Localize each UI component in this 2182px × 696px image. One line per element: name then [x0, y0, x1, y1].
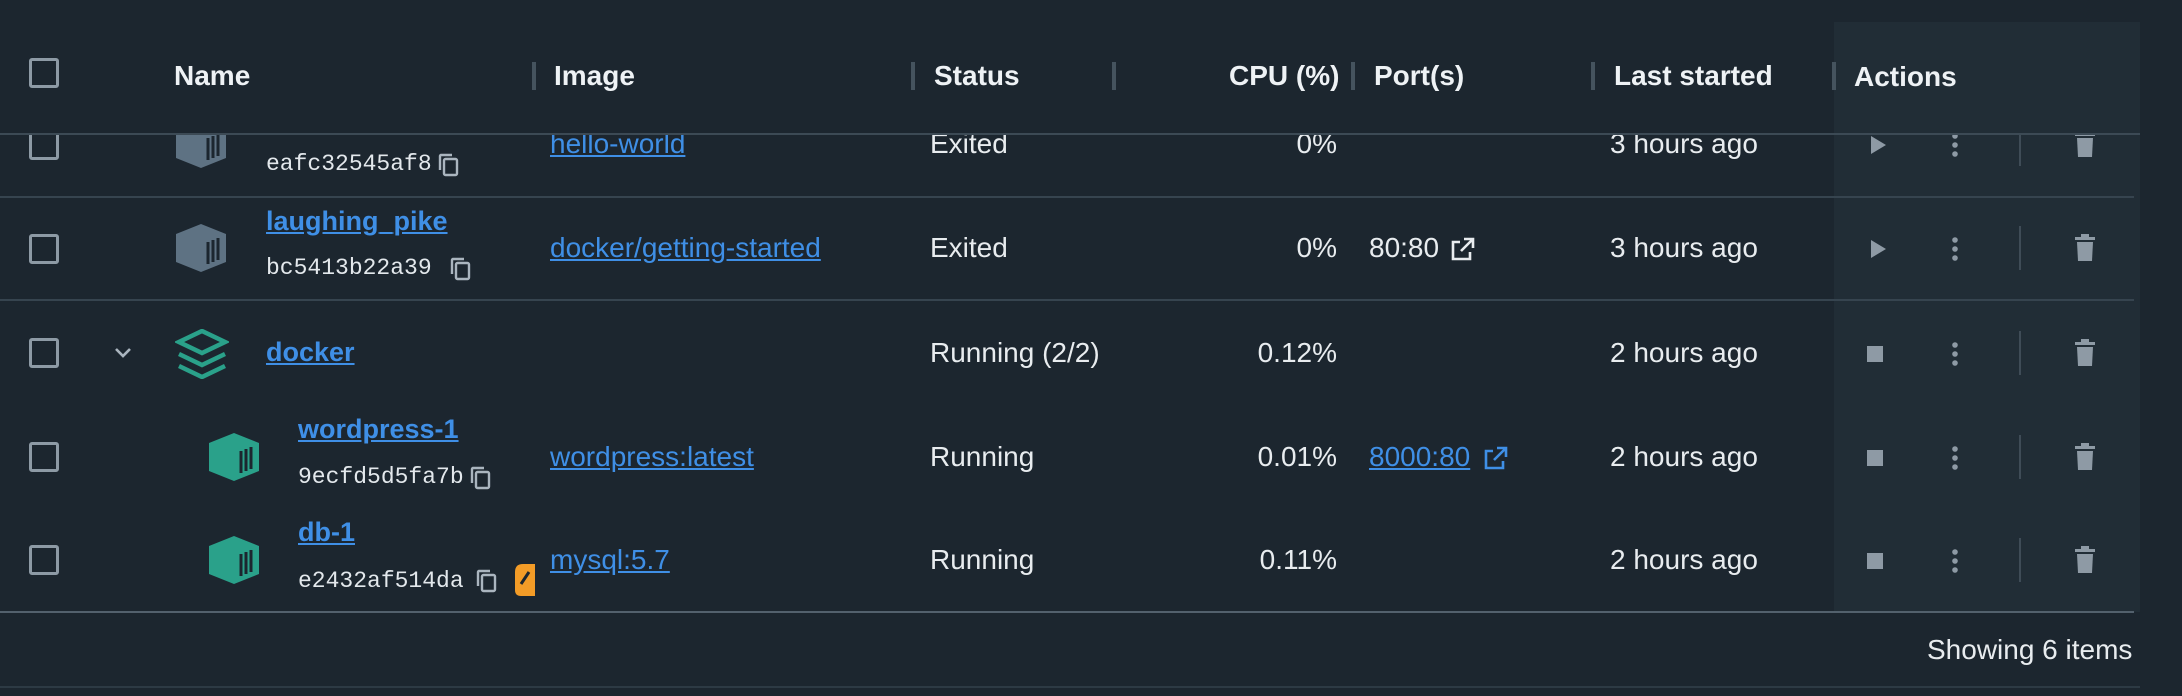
- delete-icon[interactable]: [2074, 546, 2096, 574]
- actions-divider: [2019, 331, 2021, 375]
- copy-icon[interactable]: [437, 152, 461, 178]
- start-icon[interactable]: [1868, 134, 1888, 156]
- container-icon: [174, 222, 228, 274]
- column-header-ports[interactable]: Port(s): [1374, 60, 1464, 92]
- status-text: Running: [930, 441, 1035, 472]
- delete-icon[interactable]: [2074, 443, 2096, 471]
- copy-icon[interactable]: [469, 465, 493, 491]
- column-resize-handle[interactable]: [911, 62, 915, 90]
- status-text: Running (2/2): [930, 337, 1100, 368]
- port-mapping[interactable]: 80:80: [1369, 232, 1439, 264]
- last-started: 3 hours ago: [1610, 232, 1758, 263]
- column-resize-handle[interactable]: [1351, 62, 1355, 90]
- container-icon: [207, 534, 261, 586]
- stop-icon[interactable]: [1866, 552, 1884, 570]
- column-resize-handle[interactable]: [532, 62, 536, 90]
- stop-icon[interactable]: [1866, 449, 1884, 467]
- more-options-icon[interactable]: [1949, 132, 1961, 158]
- external-link-icon[interactable]: [1450, 236, 1476, 262]
- column-header-last-started[interactable]: Last started: [1614, 60, 1773, 92]
- warning-badge-icon[interactable]: [515, 564, 535, 596]
- container-id: eafc32545af8: [266, 151, 432, 177]
- container-id: 9ecfd5d5fa7b: [298, 464, 464, 490]
- more-options-icon[interactable]: [1949, 548, 1961, 574]
- table-header: Name Image Status CPU (%) Port(s) Last s…: [0, 0, 2140, 135]
- row-divider: [0, 196, 2134, 198]
- copy-icon[interactable]: [475, 568, 499, 594]
- port-mapping-link[interactable]: 8000:80: [1369, 441, 1470, 473]
- chevron-down-icon[interactable]: [113, 346, 133, 360]
- container-id: bc5413b22a39: [266, 255, 432, 281]
- stop-icon[interactable]: [1866, 345, 1884, 363]
- row-checkbox-docker[interactable]: [29, 338, 59, 368]
- select-all-checkbox[interactable]: [29, 58, 59, 88]
- column-header-image[interactable]: Image: [554, 60, 635, 92]
- container-name-link[interactable]: wordpress-1: [298, 414, 459, 445]
- cpu-value: 0.12%: [1257, 337, 1337, 368]
- row-checkbox-wordpress-1[interactable]: [29, 442, 59, 472]
- actions-divider: [2019, 226, 2021, 270]
- status-text: Running: [930, 544, 1035, 575]
- container-id: e2432af514da: [298, 568, 464, 594]
- cpu-value: 0.01%: [1257, 441, 1337, 472]
- copy-icon[interactable]: [449, 256, 473, 282]
- actions-divider: [2019, 538, 2021, 582]
- image-link[interactable]: wordpress:latest: [550, 441, 754, 473]
- column-resize-handle[interactable]: [1112, 62, 1116, 90]
- row-checkbox-db-1[interactable]: [29, 545, 59, 575]
- more-options-icon[interactable]: [1949, 445, 1961, 471]
- container-name-link[interactable]: db-1: [298, 517, 355, 548]
- column-resize-handle[interactable]: [1832, 62, 1836, 90]
- container-icon: [207, 431, 261, 483]
- status-text: Exited: [930, 232, 1008, 263]
- last-started: 2 hours ago: [1610, 544, 1758, 575]
- image-link[interactable]: docker/getting-started: [550, 232, 821, 264]
- row-divider: [0, 299, 2134, 301]
- column-header-name[interactable]: Name: [174, 60, 250, 92]
- row-checkbox-laughing-pike[interactable]: [29, 234, 59, 264]
- start-icon[interactable]: [1868, 238, 1888, 260]
- last-started: 2 hours ago: [1610, 337, 1758, 368]
- last-started: 2 hours ago: [1610, 441, 1758, 472]
- delete-icon[interactable]: [2074, 339, 2096, 367]
- external-link-icon[interactable]: [1483, 445, 1509, 471]
- cpu-value: 0%: [1296, 232, 1337, 263]
- column-header-status[interactable]: Status: [934, 60, 1020, 92]
- column-header-actions: Actions: [1854, 61, 1957, 92]
- delete-icon[interactable]: [2074, 234, 2096, 262]
- more-options-icon[interactable]: [1949, 236, 1961, 262]
- items-count: Showing 6 items: [1927, 634, 2133, 665]
- more-options-icon[interactable]: [1949, 341, 1961, 367]
- footer-divider: [0, 686, 2140, 688]
- column-header-cpu[interactable]: CPU (%): [1229, 60, 1339, 92]
- image-link[interactable]: mysql:5.7: [550, 544, 670, 576]
- actions-divider: [2019, 435, 2021, 479]
- column-resize-handle[interactable]: [1591, 62, 1595, 90]
- compose-stack-icon: [175, 329, 229, 379]
- compose-project-link[interactable]: docker: [266, 337, 355, 368]
- table-bottom-border: [0, 611, 2134, 613]
- cpu-value: 0.11%: [1259, 544, 1337, 575]
- container-name-link[interactable]: laughing_pike: [266, 206, 448, 237]
